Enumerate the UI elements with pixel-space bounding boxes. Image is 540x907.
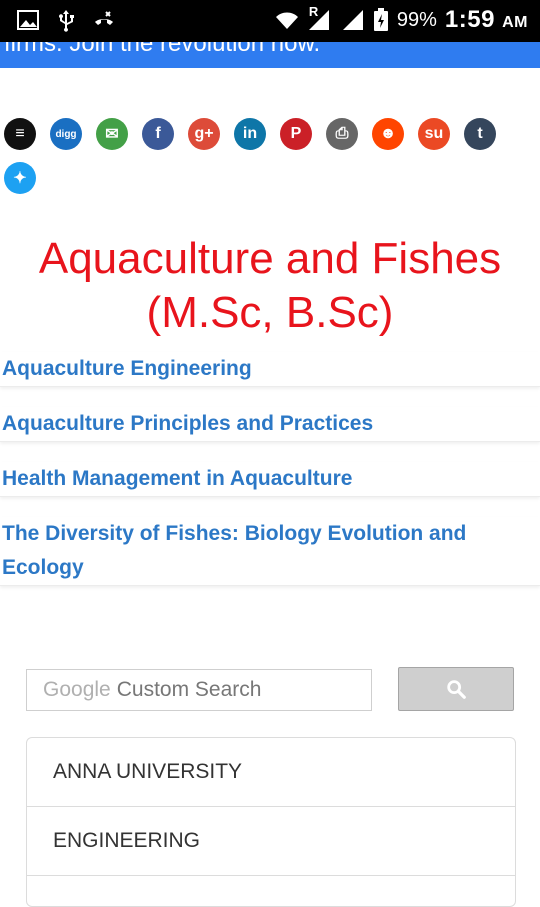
link-aquaculture-engineering[interactable]: Aquaculture Engineering [2,352,538,386]
banner-text: firms. Join the revolution now. [4,42,321,57]
page-title-line2: (M.Sc, B.Sc) [146,288,394,337]
buffer-icon[interactable]: ≡ [4,118,36,150]
signal-roaming-icon: R [307,4,333,32]
subject-link-list: Aquaculture Engineering Aquaculture Prin… [0,352,540,606]
battery-icon [373,8,388,31]
share-icons-row: ≡ digg ✉ f g+ in P ⎙ ☻ su t ✦ [4,118,540,194]
facebook-icon[interactable]: f [142,118,174,150]
search-icon [447,680,466,699]
stumbleupon-icon[interactable]: su [418,118,450,150]
usb-icon [59,10,74,32]
search-button[interactable] [398,667,514,711]
list-item: Aquaculture Principles and Practices [0,407,540,442]
gallery-icon [17,10,39,30]
top-banner[interactable]: firms. Join the revolution now. [0,42,540,68]
battery-percent: 99% [396,8,437,31]
status-right-icons: R 99% 1:59 AM [275,4,528,34]
email-icon[interactable]: ✉ [96,118,128,150]
link-health-management[interactable]: Health Management in Aquaculture [2,462,538,496]
menu-item-anna-university[interactable]: ANNA UNIVERSITY [27,738,515,807]
pinterest-icon[interactable]: P [280,118,312,150]
clock: 1:59 AM [444,6,528,33]
linkedin-icon[interactable]: in [234,118,266,150]
google-plus-icon[interactable]: g+ [188,118,220,150]
missed-call-icon [95,11,113,25]
tumblr-icon[interactable]: t [464,118,496,150]
list-item: The Diversity of Fishes: Biology Evoluti… [0,517,540,586]
reddit-icon[interactable]: ☻ [372,118,404,150]
menu-item-partial[interactable] [27,876,515,906]
search-input[interactable]: Google Custom Search [26,669,372,711]
search-placeholder: Custom Search [116,678,262,701]
link-aquaculture-principles[interactable]: Aquaculture Principles and Practices [2,407,538,441]
list-item: Aquaculture Engineering [0,352,540,387]
list-item: Health Management in Aquaculture [0,462,540,497]
print-icon[interactable]: ⎙ [326,118,358,150]
digg-icon[interactable]: digg [50,118,82,150]
google-logo: Google [43,678,111,701]
status-bar: R 99% 1:59 AM [0,0,540,42]
page-title-line1: Aquaculture and Fishes [38,234,502,283]
twitter-icon[interactable]: ✦ [4,162,36,194]
wifi-icon [275,12,298,29]
link-diversity-of-fishes[interactable]: The Diversity of Fishes: Biology Evoluti… [2,517,538,585]
category-menu: ANNA UNIVERSITY ENGINEERING [26,737,516,907]
page-title: Aquaculture and Fishes (M.Sc, B.Sc) [0,232,540,340]
signal-icon [342,10,363,30]
status-left-icons [16,8,116,32]
menu-item-engineering[interactable]: ENGINEERING [27,807,515,876]
